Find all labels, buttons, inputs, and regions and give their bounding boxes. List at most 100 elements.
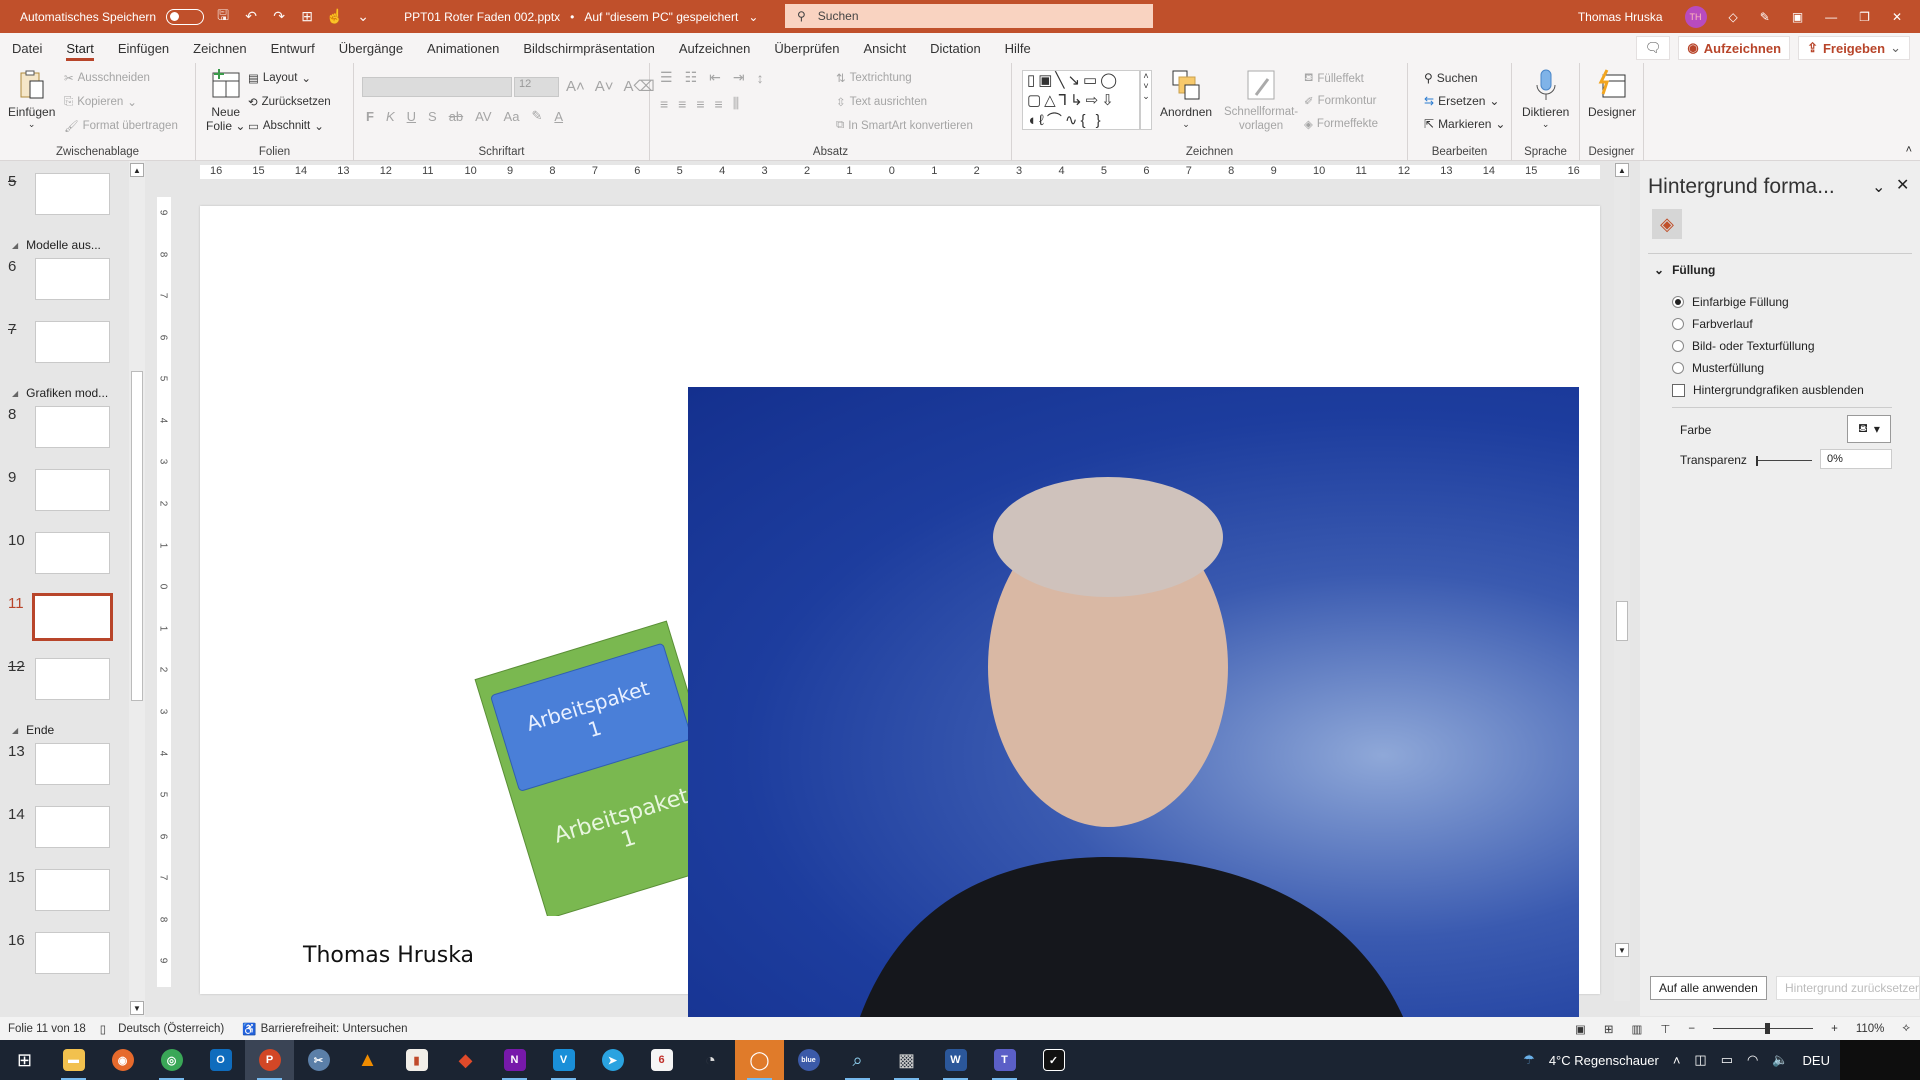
font-color-icon[interactable]: A [554,109,563,124]
slide-thumbnail-6[interactable]: 6 [0,258,135,316]
tab-hilfe[interactable]: Hilfe [993,33,1043,63]
reading-view-icon[interactable]: ▥ [1631,1022,1642,1036]
slide-preview[interactable] [35,869,110,911]
scroll-up-icon[interactable]: ▲ [1615,163,1629,177]
pen-icon[interactable]: ✎ [1760,10,1770,24]
slide-preview[interactable] [35,258,110,300]
change-case-button[interactable]: Aa [504,109,520,124]
tab-entwurf[interactable]: Entwurf [259,33,327,63]
option-solid-fill[interactable]: Einfarbige Füllung [1672,295,1789,309]
tab-datei[interactable]: Datei [0,33,54,63]
find-button[interactable]: ⚲ Suchen [1424,71,1478,85]
collapse-section-icon[interactable]: ◢ [12,389,18,398]
spellcheck-icon[interactable]: ▯ [100,1022,106,1036]
chevron-up-icon[interactable]: ˄ [1143,71,1148,81]
slide-thumbnail-7[interactable]: 7 [0,321,135,379]
taskbar-telegram[interactable]: ➤ [588,1040,637,1080]
taskbar-vlc[interactable]: ▲ [343,1040,392,1080]
transparency-slider[interactable] [1756,456,1812,466]
checkbox-hide-graphics[interactable] [1672,383,1685,397]
align-center-icon[interactable]: ≡ [678,96,686,112]
taskbar-app-10[interactable]: ◆ [441,1040,490,1080]
tab-aufzeichnen[interactable]: Aufzeichnen [667,33,763,63]
slide-thumbnail-16[interactable]: 16 [0,932,135,990]
bullets-icon[interactable]: ☰ [660,69,673,86]
slide-thumbnail-12[interactable]: 12 [0,658,135,716]
collapse-ribbon-icon[interactable]: ˄ [1906,144,1912,156]
smartart-button[interactable]: ⧉ In SmartArt konvertieren [836,119,973,132]
section-button[interactable]: ▭ Abschnitt ⌄ [248,119,324,133]
zoom-level[interactable]: 110% [1856,1023,1885,1035]
scrollbar-thumb[interactable] [131,371,143,701]
slide-preview[interactable] [35,469,110,511]
slide-preview[interactable] [35,932,110,974]
zoom-slider[interactable] [1713,1023,1814,1034]
taskbar-explorer[interactable]: ▬ [49,1040,98,1080]
slide-thumbnail-15[interactable]: 15 [0,869,135,927]
fill-section-header[interactable]: ⌄ Füllung [1654,263,1715,277]
slide-preview[interactable] [35,806,110,848]
shape-outline-button[interactable]: ✐ Formkontur [1304,94,1376,108]
taskbar-firefox[interactable]: ◉ [98,1040,147,1080]
wifi-icon[interactable]: ◠ [1747,1052,1758,1068]
slide-preview[interactable] [32,593,113,641]
radio-pattern-fill[interactable] [1672,362,1684,374]
scroll-down-icon[interactable]: ▼ [1615,943,1629,957]
bold-button[interactable]: F [366,109,374,124]
slide-section[interactable]: ◢ Ende [12,723,54,737]
columns-icon[interactable]: ⫼ [733,95,739,112]
shape-fill-button[interactable]: ⛾ Fülleffekt [1304,71,1364,86]
slide-thumbnail-9[interactable]: 9 [0,469,135,527]
italic-button[interactable]: K [386,109,395,124]
taskbar-powerpoint[interactable]: P [245,1040,294,1080]
normal-view-icon[interactable]: ▣ [1575,1022,1586,1036]
touch-mode-icon[interactable]: ☝ [326,8,344,25]
taskbar-chrome[interactable]: ◎ [147,1040,196,1080]
save-location[interactable]: Auf "diesem PC" gespeichert [584,10,738,24]
justify-icon[interactable]: ≡ [715,96,723,112]
document-title[interactable]: PPT01 Roter Faden 002.pptx [404,10,560,24]
clock-area[interactable] [1840,1040,1920,1080]
fit-to-window-icon[interactable]: ⟡ [1902,1022,1910,1035]
taskbar-onenote[interactable]: N [490,1040,539,1080]
line-spacing-icon[interactable]: ↕ [757,70,764,86]
weather-widget[interactable]: 4°C Regenschauer [1549,1053,1659,1068]
scroll-up-icon[interactable]: ▲ [130,163,144,177]
slide-preview[interactable] [35,173,110,215]
grow-font-icon[interactable]: A˄ [566,78,585,95]
slide-thumbnail-13[interactable]: 13 [0,743,135,801]
apply-all-button[interactable]: Auf alle anwenden [1650,976,1767,1000]
radio-picture-fill[interactable] [1672,340,1684,352]
scroll-down-icon[interactable]: ▼ [130,1001,144,1015]
autosave-toggle[interactable] [166,8,205,25]
user-name[interactable]: Thomas Hruska [1578,10,1663,24]
language-indicator[interactable]: DEU [1803,1053,1830,1068]
slide-thumbnail-10[interactable]: 10 [0,532,135,590]
taskbar-app-19[interactable]: ▩ [882,1040,931,1080]
camera-icon[interactable]: ◫ [1694,1052,1706,1068]
tab-zeichnen[interactable]: Zeichnen [181,33,258,63]
strikethrough-button[interactable]: ab [449,109,463,124]
battery-icon[interactable]: ▭ [1721,1052,1733,1068]
option-picture-fill[interactable]: Bild- oder Texturfüllung [1672,339,1815,353]
arrange-button[interactable]: Anordnen ⌄ [1160,69,1212,130]
taskbar-app-16[interactable]: ◯ [735,1040,784,1080]
more-icon[interactable]: ⌄ [1142,91,1150,102]
tab-einfuegen[interactable]: Einfügen [106,33,181,63]
chevron-down-icon[interactable]: ˅ [1143,81,1148,91]
text-direction-button[interactable]: ⇅ Textrichtung [836,71,912,85]
color-picker-button[interactable]: ⛾ ▾ [1847,415,1891,443]
taskbar-app-18[interactable]: ⌕ [833,1040,882,1080]
replace-button[interactable]: ⇆ Ersetzen ⌄ [1424,94,1499,108]
slider-handle[interactable] [1756,456,1758,466]
cut-button[interactable]: ✂ Ausschneiden [64,71,150,85]
chevron-down-icon[interactable]: ⌄ [748,10,758,24]
char-spacing-button[interactable]: AV [475,109,491,124]
increase-indent-icon[interactable]: ⇥ [733,69,745,86]
undo-icon[interactable]: ↶ [242,8,260,25]
slide-thumbnail-8[interactable]: 8 [0,406,135,464]
shapes-gallery[interactable]: ▯▣╲↘▭◯ ▢△⅂↳⇨⇩ ◖ℓ⌒∿{ } [1022,70,1140,130]
zoom-out-icon[interactable]: − [1688,1023,1695,1035]
radio-solid-fill[interactable] [1672,296,1684,308]
shape-effects-button[interactable]: ◈ Formeffekte [1304,117,1378,131]
